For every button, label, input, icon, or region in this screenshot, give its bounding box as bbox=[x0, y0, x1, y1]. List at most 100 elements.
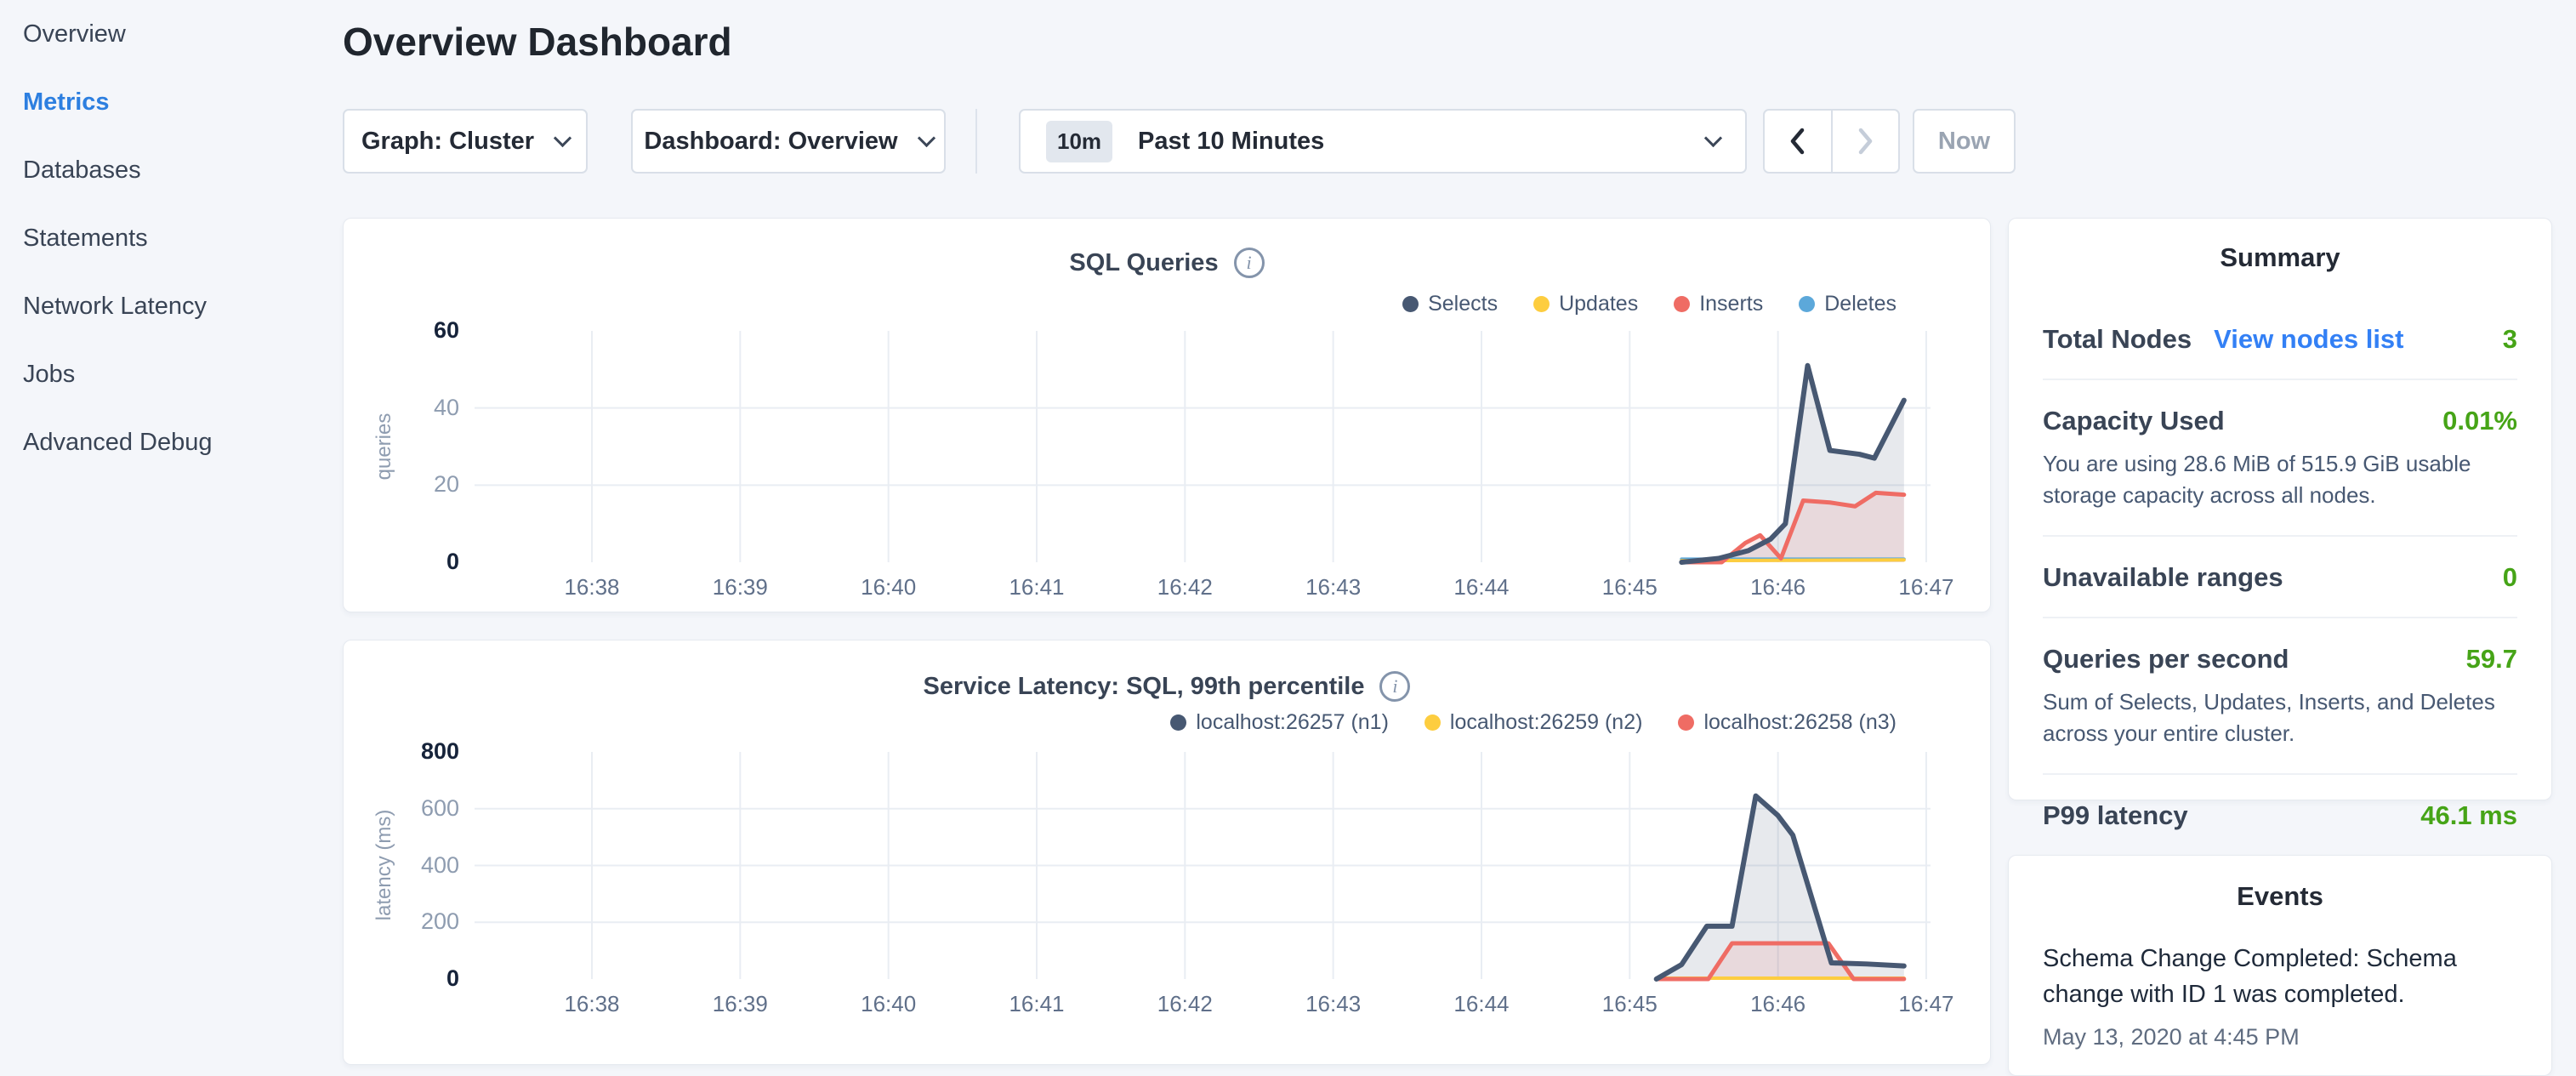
next-time-button[interactable] bbox=[1833, 111, 1899, 172]
summary-value: 59.7 bbox=[2466, 644, 2517, 675]
time-range-dropdown[interactable]: 10m Past 10 Minutes bbox=[1019, 109, 1747, 174]
x-axis-tick-label: 16:45 bbox=[1570, 991, 1689, 1017]
y-axis-tick-label: 0 bbox=[374, 549, 459, 575]
events-panel: Events Schema Change Completed: Schema c… bbox=[2008, 855, 2552, 1076]
x-axis-tick-label: 16:46 bbox=[1719, 574, 1838, 601]
summary-row-p99-latency: P99 latency 46.1 ms bbox=[2043, 775, 2517, 855]
legend-swatch-icon bbox=[1170, 714, 1186, 731]
time-range-label: Past 10 Minutes bbox=[1138, 128, 1324, 156]
sidebar-item-overview[interactable]: Overview bbox=[0, 0, 340, 68]
legend-swatch-icon bbox=[1799, 296, 1815, 312]
legend-item[interactable]: localhost:26257 (n1) bbox=[1170, 710, 1389, 735]
metrics-overview-page: { "sidebar": { "items": [ { "label": "Ov… bbox=[0, 0, 2576, 1051]
x-axis-tick-label: 16:39 bbox=[680, 574, 799, 601]
summary-value: 3 bbox=[2503, 324, 2517, 355]
legend-label: localhost:26259 (n2) bbox=[1450, 710, 1643, 735]
x-axis-tick-label: 16:45 bbox=[1570, 574, 1689, 601]
x-axis-tick-label: 16:41 bbox=[977, 991, 1096, 1017]
chart-plot-area[interactable] bbox=[475, 752, 1956, 979]
sidebar-item-statements[interactable]: Statements bbox=[0, 204, 340, 272]
now-button[interactable]: Now bbox=[1913, 109, 2016, 174]
legend-label: Inserts bbox=[1699, 292, 1763, 316]
chevron-right-icon bbox=[1855, 126, 1875, 157]
x-axis-tick-label: 16:44 bbox=[1422, 991, 1541, 1017]
chevron-left-icon bbox=[1788, 126, 1808, 157]
sidebar-item-databases[interactable]: Databases bbox=[0, 136, 340, 204]
legend-label: Selects bbox=[1428, 292, 1498, 316]
x-axis-tick-label: 16:47 bbox=[1867, 991, 1986, 1017]
sidebar-item-network-latency[interactable]: Network Latency bbox=[0, 272, 340, 340]
legend-swatch-icon bbox=[1674, 296, 1690, 312]
y-axis-tick-label: 20 bbox=[374, 471, 459, 498]
legend-swatch-icon bbox=[1424, 714, 1441, 731]
y-axis-tick-label: 800 bbox=[374, 738, 459, 765]
toolbar-divider bbox=[975, 109, 977, 174]
x-axis-tick-label: 16:40 bbox=[829, 574, 948, 601]
chart-plot-area[interactable] bbox=[475, 331, 1956, 562]
event-timestamp: May 13, 2020 at 4:45 PM bbox=[2043, 1024, 2517, 1050]
sidebar-item-advanced-debug[interactable]: Advanced Debug bbox=[0, 408, 340, 476]
legend-item[interactable]: localhost:26258 (n3) bbox=[1678, 710, 1896, 735]
legend-item[interactable]: Deletes bbox=[1799, 292, 1896, 316]
summary-label: P99 latency bbox=[2043, 800, 2188, 831]
summary-label: Total Nodes bbox=[2043, 324, 2192, 355]
summary-value: 0.01% bbox=[2442, 406, 2517, 436]
summary-row-unavailable-ranges: Unavailable ranges 0 bbox=[2043, 537, 2517, 618]
summary-caption: Sum of Selects, Updates, Inserts, and De… bbox=[2043, 686, 2517, 749]
x-axis-tick-label: 16:43 bbox=[1274, 991, 1393, 1017]
events-heading: Events bbox=[2009, 856, 2551, 912]
chart-title: Service Latency: SQL, 99th percentile bbox=[924, 673, 1365, 701]
legend-item[interactable]: Inserts bbox=[1674, 292, 1763, 316]
x-axis-tick-label: 16:40 bbox=[829, 991, 948, 1017]
x-axis-tick-label: 16:46 bbox=[1719, 991, 1838, 1017]
event-text: Schema Change Completed: Schema change w… bbox=[2043, 941, 2517, 1012]
chart-legend: localhost:26257 (n1) localhost:26259 (n2)… bbox=[1170, 710, 1896, 735]
summary-row-capacity-used: Capacity Used 0.01% You are using 28.6 M… bbox=[2043, 380, 2517, 537]
x-axis-tick-label: 16:42 bbox=[1125, 991, 1244, 1017]
y-axis-tick-label: 0 bbox=[374, 965, 459, 992]
x-axis-tick-label: 16:38 bbox=[532, 991, 651, 1017]
legend-label: localhost:26258 (n3) bbox=[1703, 710, 1896, 735]
sql-queries-chart-card: SQL Queries i SelectsUpdatesInsertsDelet… bbox=[343, 218, 1991, 612]
graph-dropdown[interactable]: Graph: Cluster bbox=[343, 109, 588, 174]
sidebar-nav: Overview Metrics Databases Statements Ne… bbox=[0, 0, 340, 476]
info-icon[interactable]: i bbox=[1234, 248, 1265, 278]
legend-item[interactable]: Updates bbox=[1533, 292, 1638, 316]
previous-time-button[interactable] bbox=[1765, 111, 1833, 172]
legend-item[interactable]: localhost:26259 (n2) bbox=[1424, 710, 1643, 735]
y-axis-tick-label: 60 bbox=[374, 317, 459, 344]
summary-value: 46.1 ms bbox=[2420, 800, 2517, 831]
chevron-down-icon bbox=[1704, 128, 1722, 146]
legend-swatch-icon bbox=[1678, 714, 1694, 731]
service-latency-chart-card: Service Latency: SQL, 99th percentile i … bbox=[343, 640, 1991, 1065]
y-axis-tick-label: 600 bbox=[374, 795, 459, 822]
sidebar-item-jobs[interactable]: Jobs bbox=[0, 340, 340, 408]
summary-heading: Summary bbox=[2009, 219, 2551, 273]
x-axis-tick-label: 16:44 bbox=[1422, 574, 1541, 601]
view-nodes-list-link[interactable]: View nodes list bbox=[2214, 324, 2403, 355]
legend-label: Updates bbox=[1559, 292, 1638, 316]
x-axis-tick-label: 16:41 bbox=[977, 574, 1096, 601]
legend-item[interactable]: Selects bbox=[1402, 292, 1498, 316]
page-title: Overview Dashboard bbox=[343, 19, 732, 65]
y-axis-tick-label: 40 bbox=[374, 395, 459, 421]
info-icon[interactable]: i bbox=[1379, 671, 1410, 702]
event-list-item[interactable]: Schema Change Completed: Schema change w… bbox=[2009, 912, 2551, 1050]
summary-row-total-nodes: Total Nodes View nodes list 3 bbox=[2043, 299, 2517, 380]
summary-row-queries-per-second: Queries per second 59.7 Sum of Selects, … bbox=[2043, 618, 2517, 775]
dashboard-dropdown-label: Dashboard: Overview bbox=[644, 128, 897, 156]
summary-label: Capacity Used bbox=[2043, 406, 2225, 436]
x-axis-tick-label: 16:47 bbox=[1867, 574, 1986, 601]
legend-swatch-icon bbox=[1402, 296, 1419, 312]
x-axis-tick-label: 16:39 bbox=[680, 991, 799, 1017]
x-axis-tick-label: 16:38 bbox=[532, 574, 651, 601]
summary-value: 0 bbox=[2503, 562, 2517, 593]
legend-label: Deletes bbox=[1824, 292, 1896, 316]
x-axis-tick-label: 16:42 bbox=[1125, 574, 1244, 601]
sidebar-item-metrics[interactable]: Metrics bbox=[0, 68, 340, 136]
chart-canvas bbox=[475, 752, 1956, 979]
dashboard-dropdown[interactable]: Dashboard: Overview bbox=[631, 109, 946, 174]
chevron-down-icon bbox=[917, 128, 935, 146]
summary-label: Unavailable ranges bbox=[2043, 562, 2283, 593]
summary-panel: Summary Total Nodes View nodes list 3 Ca… bbox=[2008, 218, 2552, 800]
